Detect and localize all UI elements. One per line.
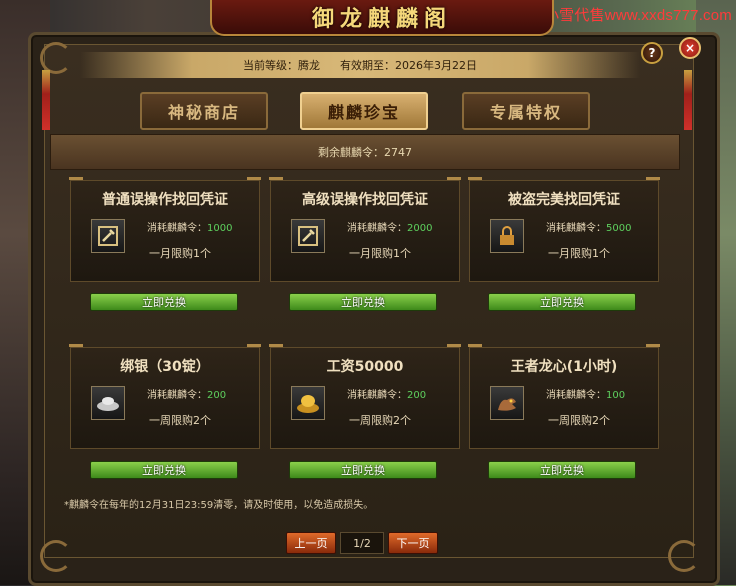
item-cost: 消耗麒麟令：100 [546, 390, 626, 401]
item-name: 被盗完美找回凭证 [508, 192, 620, 208]
close-button[interactable]: × [679, 37, 701, 59]
current-level: 当前等级：腾龙 [243, 59, 320, 72]
item-cost: 消耗麒麟令：200 [347, 390, 427, 401]
redeem-button[interactable]: 立即兑换 [289, 461, 437, 479]
item-card: 普通误操作找回凭证 消耗麒麟令：1000 一月限购1个 [69, 177, 261, 282]
item-card: 王者龙心(1小时) 消耗麒麟令：100 一周限购2个 [468, 344, 660, 449]
expiry-date: 有效期至：2026年3月22日 [340, 59, 477, 72]
item-cost: 消耗麒麟令：2000 [347, 223, 433, 234]
corner-swirl-icon [668, 540, 700, 572]
item-cost: 消耗麒麟令：200 [147, 390, 227, 401]
tab-bar: 神秘商店 麒麟珍宝 专属特权 [140, 92, 590, 130]
item-card: 被盗完美找回凭证 消耗麒麟令：5000 一月限购1个 [468, 177, 660, 282]
tassel-left-icon [42, 70, 50, 130]
silver-ingot-icon[interactable] [91, 386, 125, 420]
item-limit: 一周限购2个 [149, 414, 211, 427]
wrench-icon[interactable] [91, 219, 125, 253]
redeem-button[interactable]: 立即兑换 [90, 461, 238, 479]
redeem-button[interactable]: 立即兑换 [289, 293, 437, 311]
pagination: 上一页 1/2 下一页 [286, 532, 438, 554]
prev-page-button[interactable]: 上一页 [286, 532, 336, 554]
item-name: 普通误操作找回凭证 [102, 192, 228, 208]
item-name: 高级误操作找回凭证 [302, 192, 428, 208]
item-limit: 一月限购1个 [349, 247, 411, 260]
gold-ingot-icon[interactable] [291, 386, 325, 420]
page-indicator: 1/2 [340, 532, 384, 554]
next-page-button[interactable]: 下一页 [388, 532, 438, 554]
item-name: 王者龙心(1小时) [510, 359, 618, 375]
item-card: 绑银（30锭） 消耗麒麟令：200 一周限购2个 [69, 344, 261, 449]
tab-exclusive-privilege[interactable]: 专属特权 [462, 92, 590, 130]
redeem-button[interactable]: 立即兑换 [90, 293, 238, 311]
tab-qilin-treasure[interactable]: 麒麟珍宝 [300, 92, 428, 130]
lock-icon[interactable] [490, 219, 524, 253]
item-limit: 一周限购2个 [548, 414, 610, 427]
redeem-button[interactable]: 立即兑换 [488, 293, 636, 311]
item-limit: 一周限购2个 [349, 414, 411, 427]
dragon-icon[interactable] [490, 386, 524, 420]
wrench-icon[interactable] [291, 219, 325, 253]
reset-notice: *麒麟令在每年的12月31日23:59清零，请及时使用，以免造成损失。 [64, 500, 374, 511]
item-name: 绑银（30锭） [120, 359, 210, 375]
remaining-tokens: 剩余麒麟令：2747 [50, 134, 680, 170]
watermark-text: 小雪代售www.xxds777.com [543, 7, 732, 24]
window-title-plaque: 御龙麒麟阁 [210, 0, 554, 36]
tab-mystery-shop[interactable]: 神秘商店 [140, 92, 268, 130]
header-info-bar: 当前等级：腾龙 有效期至：2026年3月22日 [80, 52, 640, 78]
item-cost: 消耗麒麟令：1000 [147, 223, 233, 234]
window-title: 御龙麒麟阁 [311, 6, 452, 32]
item-cost: 消耗麒麟令：5000 [546, 223, 632, 234]
item-limit: 一月限购1个 [149, 247, 211, 260]
item-name: 工资50000 [326, 359, 404, 375]
item-card: 高级误操作找回凭证 消耗麒麟令：2000 一月限购1个 [269, 177, 461, 282]
help-button[interactable]: ? [641, 42, 663, 64]
tassel-right-icon [684, 70, 692, 130]
redeem-button[interactable]: 立即兑换 [488, 461, 636, 479]
item-limit: 一月限购1个 [548, 247, 610, 260]
corner-swirl-icon [40, 540, 72, 572]
item-card: 工资50000 消耗麒麟令：200 一周限购2个 [269, 344, 461, 449]
